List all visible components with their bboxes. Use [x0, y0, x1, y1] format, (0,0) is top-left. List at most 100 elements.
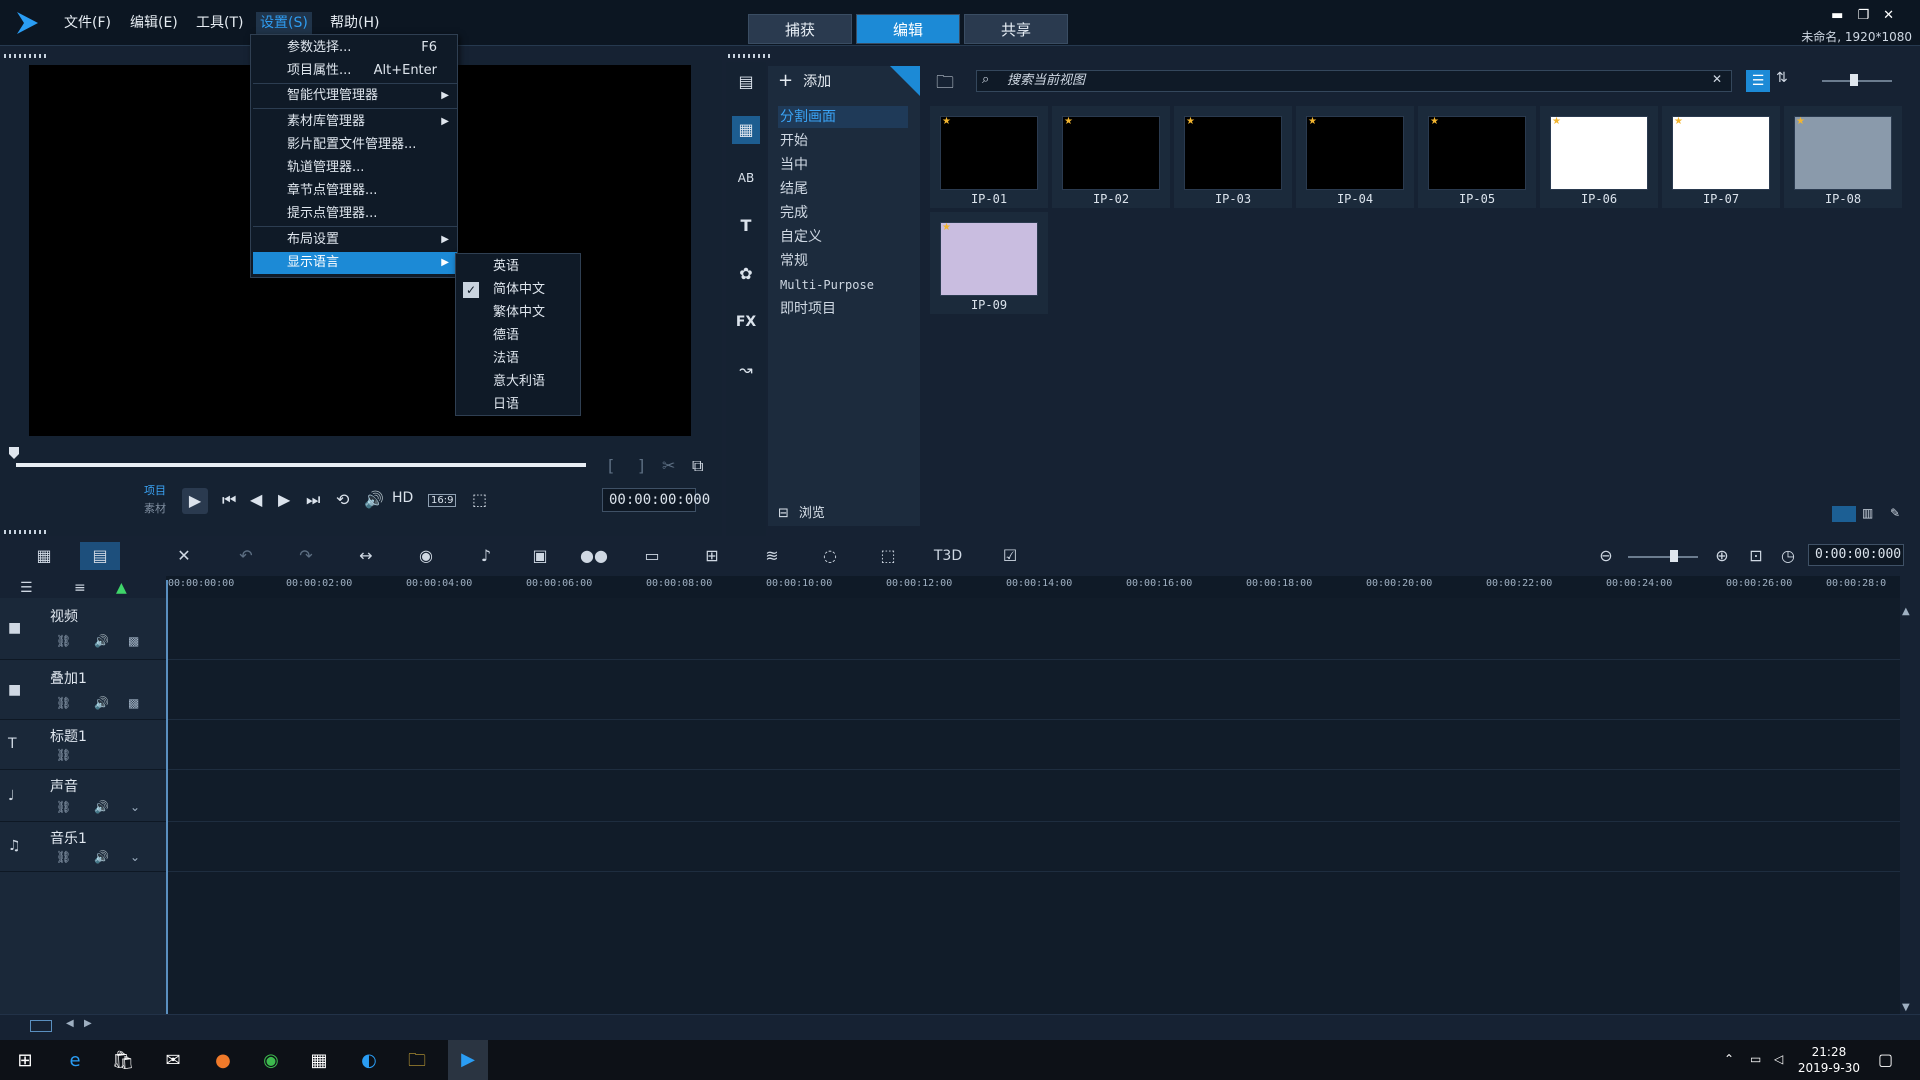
lane-video[interactable]: [166, 598, 1900, 660]
edit-icon[interactable]: ✎: [1890, 506, 1900, 520]
track-video[interactable]: ■ 视频 ⛓ 🔊 ▩: [0, 598, 166, 660]
scroll-right-icon[interactable]: ▶: [84, 1018, 92, 1029]
mark-out-icon[interactable]: ]: [638, 456, 644, 475]
clock-icon[interactable]: ◷: [1768, 542, 1808, 570]
thumbnail-ip-06[interactable]: ★ IP-06: [1540, 106, 1658, 208]
menu-item-project-properties[interactable]: 项目属性... Alt+Enter: [253, 60, 457, 82]
timeline-area[interactable]: [166, 598, 1900, 1014]
tab-share[interactable]: 共享: [964, 14, 1068, 44]
menu-file[interactable]: 文件(F): [60, 12, 115, 34]
step-forward-icon[interactable]: ▶: [278, 490, 290, 509]
link-icon[interactable]: ⛓: [56, 634, 71, 648]
skip-start-icon[interactable]: ⏮: [222, 490, 236, 510]
list-view-icon[interactable]: ☰: [1746, 70, 1770, 92]
link-icon[interactable]: ⛓: [56, 748, 71, 762]
menu-item-smart-proxy[interactable]: 智能代理管理器 ▶: [253, 85, 457, 107]
play-icon[interactable]: ▶: [182, 488, 208, 514]
language-german[interactable]: 德语: [458, 325, 578, 347]
store-icon[interactable]: 🛍: [110, 1048, 136, 1074]
language-japanese[interactable]: 日语: [458, 394, 578, 416]
menu-item-display-language[interactable]: 显示语言 ▶: [253, 252, 457, 274]
path-icon[interactable]: ↝: [732, 356, 760, 384]
fit-project-icon[interactable]: ↔: [346, 542, 386, 570]
scroll-left-icon[interactable]: ◀: [66, 1018, 74, 1029]
lane-overlay[interactable]: [166, 660, 1900, 720]
language-italian[interactable]: 意大利语: [458, 371, 578, 393]
enlarge-preview-icon[interactable]: ⧉: [692, 456, 703, 476]
category-custom[interactable]: 自定义: [778, 226, 908, 248]
link-icon[interactable]: ⛓: [56, 696, 71, 710]
ripple-icon[interactable]: ▩: [128, 634, 139, 648]
menu-help[interactable]: 帮助(H): [326, 12, 383, 34]
scissors-icon[interactable]: ✂: [662, 456, 675, 475]
window-controls[interactable]: ▬❐✕: [1831, 8, 1908, 23]
category-general[interactable]: 常规: [778, 250, 908, 272]
menu-edit[interactable]: 编辑(E): [126, 12, 182, 34]
category-end[interactable]: 结尾: [778, 178, 908, 200]
layout-icon[interactable]: [1832, 506, 1856, 522]
filmstrip-icon[interactable]: ▥: [1862, 506, 1873, 520]
scrub-bar[interactable]: [16, 463, 586, 467]
3d-title-icon[interactable]: T3D: [928, 542, 968, 570]
timeline-view-icon[interactable]: ▤: [80, 542, 120, 570]
tab-capture[interactable]: 捕获: [748, 14, 852, 44]
project-mode-label[interactable]: 项目: [144, 482, 166, 498]
thumbnail-ip-04[interactable]: ★ IP-04: [1296, 106, 1414, 208]
menu-item-layout-settings[interactable]: 布局设置 ▶: [253, 229, 457, 251]
chrome-icon[interactable]: ◉: [258, 1048, 284, 1074]
track-title[interactable]: T 标题1 ⛓: [0, 720, 166, 770]
language-english[interactable]: 英语: [458, 256, 578, 278]
qq-browser-icon[interactable]: ◐: [356, 1048, 382, 1074]
360-video-icon[interactable]: ◌: [810, 542, 850, 570]
category-instant-project[interactable]: 即时项目: [778, 298, 908, 320]
language-french[interactable]: 法语: [458, 348, 578, 370]
thumbnail-ip-01[interactable]: ★ IP-01: [930, 106, 1048, 208]
restore-icon[interactable]: ❐: [1857, 8, 1883, 23]
link-icon[interactable]: ⛓: [56, 850, 71, 864]
edge-icon[interactable]: e: [62, 1048, 88, 1074]
subtitle-editor-icon[interactable]: ▭: [632, 542, 672, 570]
network-icon[interactable]: ▭: [1750, 1052, 1761, 1066]
add-button[interactable]: + 添加: [778, 70, 831, 91]
lane-music[interactable]: [166, 822, 1900, 872]
sort-icon[interactable]: ⇅: [1776, 70, 1788, 86]
graphics-icon[interactable]: ✿: [732, 260, 760, 288]
media-icon[interactable]: ▤: [732, 68, 760, 96]
menu-item-cue-manager[interactable]: 提示点管理器...: [253, 203, 457, 225]
tools-icon[interactable]: ✕: [164, 542, 204, 570]
minimize-icon[interactable]: ▬: [1831, 8, 1857, 23]
volume-icon[interactable]: 🔊: [364, 490, 384, 509]
hd-button[interactable]: HD: [392, 490, 413, 506]
menu-item-profile-manager[interactable]: 影片配置文件管理器...: [253, 134, 457, 156]
menu-item-preferences[interactable]: 参数选择... F6: [253, 37, 457, 59]
ripple-edit-icon[interactable]: ▲: [116, 580, 127, 596]
storyboard-view-icon[interactable]: ▦: [24, 542, 64, 570]
menu-item-library-manager[interactable]: 素材库管理器 ▶: [253, 111, 457, 133]
playhead[interactable]: [166, 580, 168, 1014]
browser-icon[interactable]: ●: [210, 1048, 236, 1074]
ripple-icon[interactable]: ▩: [128, 696, 139, 710]
thumbnail-ip-08[interactable]: ★ IP-08: [1784, 106, 1902, 208]
close-icon[interactable]: ✕: [1883, 8, 1908, 23]
title-icon[interactable]: T: [732, 212, 760, 240]
multi-camera-icon[interactable]: ●●: [574, 542, 614, 570]
redo-icon[interactable]: ↷: [286, 542, 326, 570]
player-timecode[interactable]: 00:00:00:000: [602, 488, 710, 512]
zoom-slider-handle[interactable]: [1670, 550, 1678, 562]
split-screen-icon[interactable]: ⊞: [692, 542, 732, 570]
category-complete[interactable]: 完成: [778, 202, 908, 224]
browse-button[interactable]: ⊟ 浏览: [778, 502, 825, 521]
lane-voice[interactable]: [166, 770, 1900, 822]
add-track-icon[interactable]: ≡: [74, 580, 86, 596]
calculator-icon[interactable]: ▦: [306, 1048, 332, 1074]
menu-item-chapter-manager[interactable]: 章节点管理器...: [253, 180, 457, 202]
windows-start-icon[interactable]: ⊞: [12, 1048, 38, 1074]
skip-end-icon[interactable]: ⏭: [306, 490, 320, 510]
system-clock[interactable]: 21:28 2019-9-30: [1798, 1044, 1860, 1076]
thumbnail-ip-07[interactable]: ★ IP-07: [1662, 106, 1780, 208]
thumbnail-ip-09[interactable]: ★ IP-09: [930, 212, 1048, 314]
zoom-slider[interactable]: [1628, 556, 1698, 558]
link-icon[interactable]: ⛓: [56, 800, 71, 814]
fx-icon[interactable]: FX: [732, 308, 760, 336]
menu-item-track-manager[interactable]: 轨道管理器...: [253, 157, 457, 179]
